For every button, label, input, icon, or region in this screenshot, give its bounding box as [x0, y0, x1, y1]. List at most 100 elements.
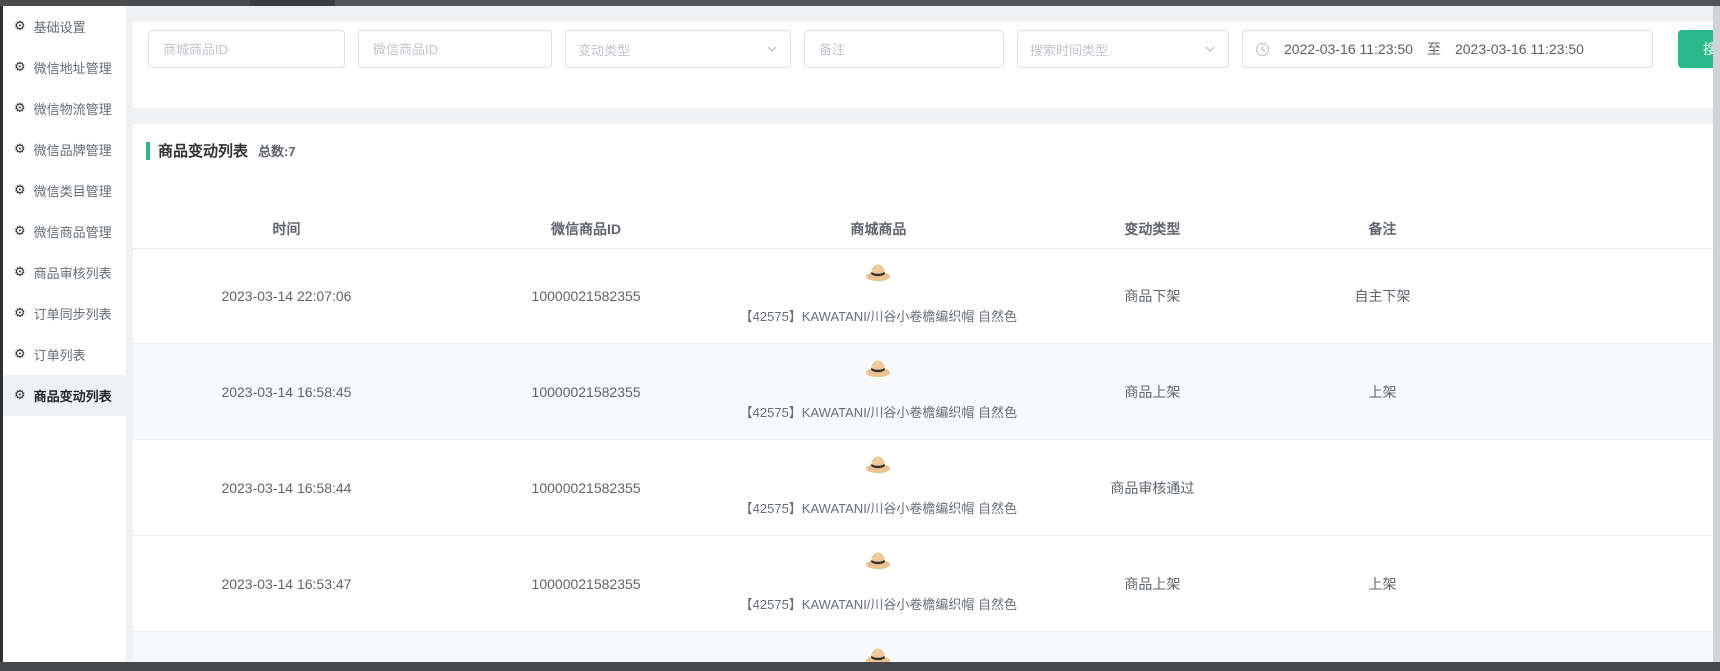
list-title-block: 商品变动列表 总数:7	[146, 140, 296, 161]
chevron-down-icon	[766, 43, 778, 55]
product-thumbnail-hat-icon	[865, 548, 891, 570]
sidebar-item-label: 微信物流管理	[34, 99, 112, 118]
product-change-list-card: 商品变动列表 总数:7 时间 微信商品ID 商城商品 变动类型 备注 2023-…	[133, 124, 1713, 662]
chevron-down-icon	[1204, 43, 1216, 55]
row-mall-product: 【42575】KAWATANI/川谷小卷檐编织帽 自然色	[732, 536, 1024, 631]
date-range-end: 2023-03-16 11:23:50	[1455, 41, 1584, 57]
change-type-select[interactable]: 变动类型	[565, 30, 791, 68]
date-range-start: 2022-03-16 11:23:50	[1284, 41, 1413, 57]
product-thumbnail-hat-icon	[865, 644, 891, 662]
filter-bar: 变动类型 搜索时间类型 2022-03-16 11:23:50 至 2023-0…	[133, 22, 1713, 108]
product-thumbnail-hat-icon	[865, 356, 891, 378]
table-row: 2023-03-14 22:07:06 10000021582355 【4257…	[133, 248, 1713, 344]
remark-field[interactable]	[804, 30, 1004, 68]
sidebar-item-wechat-brand[interactable]: ⚙ 微信品牌管理	[3, 129, 126, 170]
clock-icon	[1255, 42, 1270, 57]
row-time: 2023-03-14 22:07:06	[133, 248, 440, 343]
product-name: 【42575】KAWATANI/川谷小卷檐编织帽 自然色	[740, 594, 1017, 613]
sidebar-item-label: 订单同步列表	[34, 304, 112, 323]
search-button[interactable]: 搜索	[1678, 30, 1713, 68]
row-remark: 上架	[1280, 344, 1485, 439]
product-thumbnail-hat-icon	[865, 260, 891, 282]
remark-input[interactable]	[817, 41, 991, 58]
row-wechat-product-id: 10000021582355	[440, 248, 732, 343]
gear-icon: ⚙	[14, 184, 26, 197]
date-range-separator: 至	[1427, 39, 1441, 59]
sidebar: ⚙ 基础设置 ⚙ 微信地址管理 ⚙ 微信物流管理 ⚙ 微信品牌管理 ⚙ 微信类目…	[3, 6, 126, 662]
sidebar-item-product-review-list[interactable]: ⚙ 商品审核列表	[3, 252, 126, 293]
column-header-remark: 备注	[1280, 210, 1485, 248]
row-wechat-product-id: 10000021582355	[440, 536, 732, 631]
wechat-product-id-field[interactable]	[358, 30, 552, 68]
product-name: 【42575】KAWATANI/川谷小卷檐编织帽 自然色	[740, 402, 1017, 421]
window-frame-bottom	[0, 662, 1720, 671]
list-total-count: 总数:7	[258, 141, 296, 160]
row-change-type: 商品上架	[1025, 536, 1281, 631]
search-time-type-placeholder: 搜索时间类型	[1030, 40, 1108, 59]
row-remark: 上架	[1280, 536, 1485, 631]
gear-icon: ⚙	[14, 307, 26, 320]
row-wechat-product-id: 10000021582355	[440, 344, 732, 439]
row-time: 2023-03-14 16:58:44	[133, 440, 440, 535]
sidebar-item-basic-settings[interactable]: ⚙ 基础设置	[3, 6, 126, 47]
window-frame-top-segment	[250, 0, 335, 6]
sidebar-item-label: 订单列表	[34, 345, 86, 364]
sidebar-item-order-sync-list[interactable]: ⚙ 订单同步列表	[3, 293, 126, 334]
row-change-type: 商品下架	[1025, 248, 1281, 343]
search-time-type-select[interactable]: 搜索时间类型	[1017, 30, 1229, 68]
sidebar-item-wechat-address[interactable]: ⚙ 微信地址管理	[3, 47, 126, 88]
row-time: 2023-03-14 16:58:45	[133, 344, 440, 439]
product-thumbnail-hat-icon	[865, 452, 891, 474]
row-remark	[1280, 440, 1485, 535]
sidebar-item-label: 基础设置	[34, 17, 86, 36]
gear-icon: ⚙	[14, 225, 26, 238]
mall-product-id-field[interactable]	[148, 30, 345, 68]
sidebar-item-label: 微信地址管理	[34, 58, 112, 77]
mall-product-id-input[interactable]	[161, 41, 332, 58]
row-mall-product: 【42575】KAWATANI/川谷小卷檐编织帽 自然色	[732, 440, 1024, 535]
table-row: 2023-03-14 16:58:45 10000021582355 【4257…	[133, 344, 1713, 440]
sidebar-item-wechat-category[interactable]: ⚙ 微信类目管理	[3, 170, 126, 211]
row-change-type: 商品上架	[1025, 344, 1281, 439]
column-header-wechat-product-id: 微信商品ID	[440, 210, 732, 248]
gear-icon: ⚙	[14, 348, 26, 361]
table-row-partial	[133, 632, 1713, 662]
gear-icon: ⚙	[14, 389, 26, 402]
sidebar-item-label: 商品审核列表	[34, 263, 112, 282]
row-time: 2023-03-14 16:53:47	[133, 536, 440, 631]
page-right-edge-scrollbar[interactable]	[1713, 6, 1720, 662]
sidebar-item-product-change-list[interactable]: ⚙ 商品变动列表	[3, 375, 126, 416]
title-accent-bar	[146, 142, 150, 160]
wechat-product-id-input[interactable]	[371, 41, 539, 58]
sidebar-item-label: 微信商品管理	[34, 222, 112, 241]
sidebar-item-label: 商品变动列表	[34, 386, 112, 405]
window-frame-top	[0, 0, 1720, 6]
sidebar-item-label: 微信品牌管理	[34, 140, 112, 159]
row-mall-product: 【42575】KAWATANI/川谷小卷檐编织帽 自然色	[732, 344, 1024, 439]
row-wechat-product-id: 10000021582355	[440, 440, 732, 535]
table-header-row: 时间 微信商品ID 商城商品 变动类型 备注	[133, 210, 1713, 249]
gear-icon: ⚙	[14, 61, 26, 74]
sidebar-item-order-list[interactable]: ⚙ 订单列表	[3, 334, 126, 375]
gear-icon: ⚙	[14, 20, 26, 33]
product-name: 【42575】KAWATANI/川谷小卷檐编织帽 自然色	[740, 306, 1017, 325]
column-header-change-type: 变动类型	[1025, 210, 1281, 248]
row-change-type: 商品审核通过	[1025, 440, 1281, 535]
gear-icon: ⚙	[14, 102, 26, 115]
change-type-placeholder: 变动类型	[578, 40, 630, 59]
row-mall-product: 【42575】KAWATANI/川谷小卷檐编织帽 自然色	[732, 248, 1024, 343]
sidebar-item-wechat-logistics[interactable]: ⚙ 微信物流管理	[3, 88, 126, 129]
list-title: 商品变动列表	[158, 140, 248, 161]
gear-icon: ⚙	[14, 266, 26, 279]
column-header-mall-product: 商城商品	[732, 210, 1024, 248]
sidebar-item-wechat-product[interactable]: ⚙ 微信商品管理	[3, 211, 126, 252]
gear-icon: ⚙	[14, 143, 26, 156]
date-range-picker[interactable]: 2022-03-16 11:23:50 至 2023-03-16 11:23:5…	[1242, 30, 1653, 68]
table-row: 2023-03-14 16:58:44 10000021582355 【4257…	[133, 440, 1713, 536]
table-row: 2023-03-14 16:53:47 10000021582355 【4257…	[133, 536, 1713, 632]
column-header-time: 时间	[133, 210, 440, 248]
row-mall-product	[732, 632, 1024, 662]
row-remark: 自主下架	[1280, 248, 1485, 343]
sidebar-item-label: 微信类目管理	[34, 181, 112, 200]
product-name: 【42575】KAWATANI/川谷小卷檐编织帽 自然色	[740, 498, 1017, 517]
